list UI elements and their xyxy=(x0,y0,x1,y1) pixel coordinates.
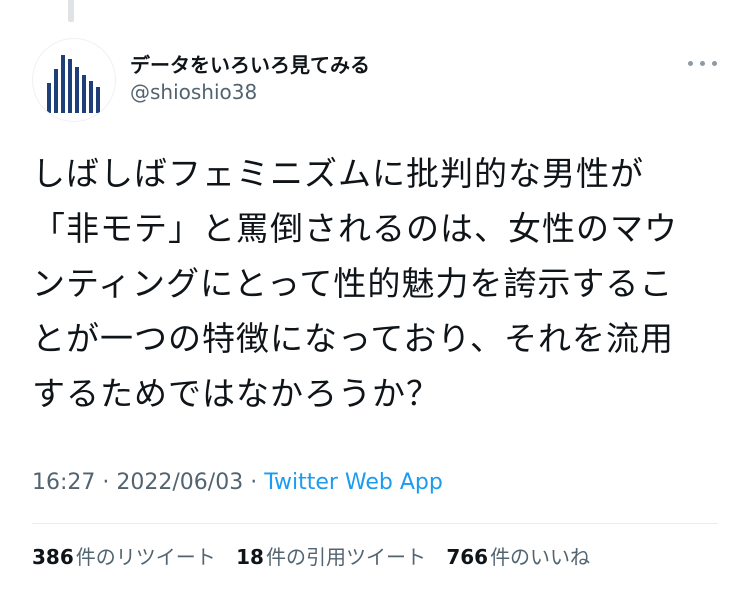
author-handle[interactable]: @shioshio38 xyxy=(130,80,257,104)
tweet-text-line: するためではなかろうか？ xyxy=(32,374,440,413)
tweet-date[interactable]: 2022/06/03 xyxy=(116,470,243,495)
retweets-stat[interactable]: 386 件のリツイート xyxy=(32,541,216,570)
bar-chart-avatar-icon xyxy=(47,55,100,113)
like-label: 件のいいね xyxy=(490,545,591,569)
top-divider-sliver xyxy=(68,0,74,22)
retweet-label: 件のリツイート xyxy=(75,545,216,569)
tweet-text-line: ンティングにとって性的魅力を誇示するこ xyxy=(32,264,674,303)
likes-stat[interactable]: 766 件のいいね xyxy=(446,541,590,570)
tweet-text-line: 「非モテ」と罵倒されるのは、女性のマウ xyxy=(32,209,678,248)
tweet-stats: 386 件のリツイート 18 件の引用ツイート 766 件のいいね xyxy=(32,541,604,570)
more-icon xyxy=(700,61,705,66)
meta-separator: · xyxy=(243,470,265,495)
meta-separator: · xyxy=(95,470,117,495)
divider xyxy=(32,523,718,524)
tweet-meta: 16:27 · 2022/06/03 · Twitter Web App xyxy=(32,470,443,495)
tweet-text: しばしばフェミニズムに批判的な男性が 「非モテ」と罵倒されるのは、女性のマウ ン… xyxy=(32,146,722,421)
tweet-text-line: しばしばフェミニズムに批判的な男性が xyxy=(32,154,644,193)
like-count: 766 xyxy=(446,545,489,569)
more-icon xyxy=(712,61,717,66)
quote-label: 件の引用ツイート xyxy=(265,545,426,569)
avatar[interactable] xyxy=(32,38,116,122)
more-icon xyxy=(688,61,693,66)
retweet-count: 386 xyxy=(32,545,74,569)
tweet-source-link[interactable]: Twitter Web App xyxy=(264,470,443,495)
quotes-stat[interactable]: 18 件の引用ツイート xyxy=(236,541,426,570)
tweet-time[interactable]: 16:27 xyxy=(32,470,95,495)
author-display-name[interactable]: データをいろいろ見てみる xyxy=(130,49,370,78)
quote-count: 18 xyxy=(236,545,264,569)
tweet-text-line: とが一つの特徴になっており、それを流用 xyxy=(32,319,675,358)
more-options-button[interactable] xyxy=(686,54,720,74)
